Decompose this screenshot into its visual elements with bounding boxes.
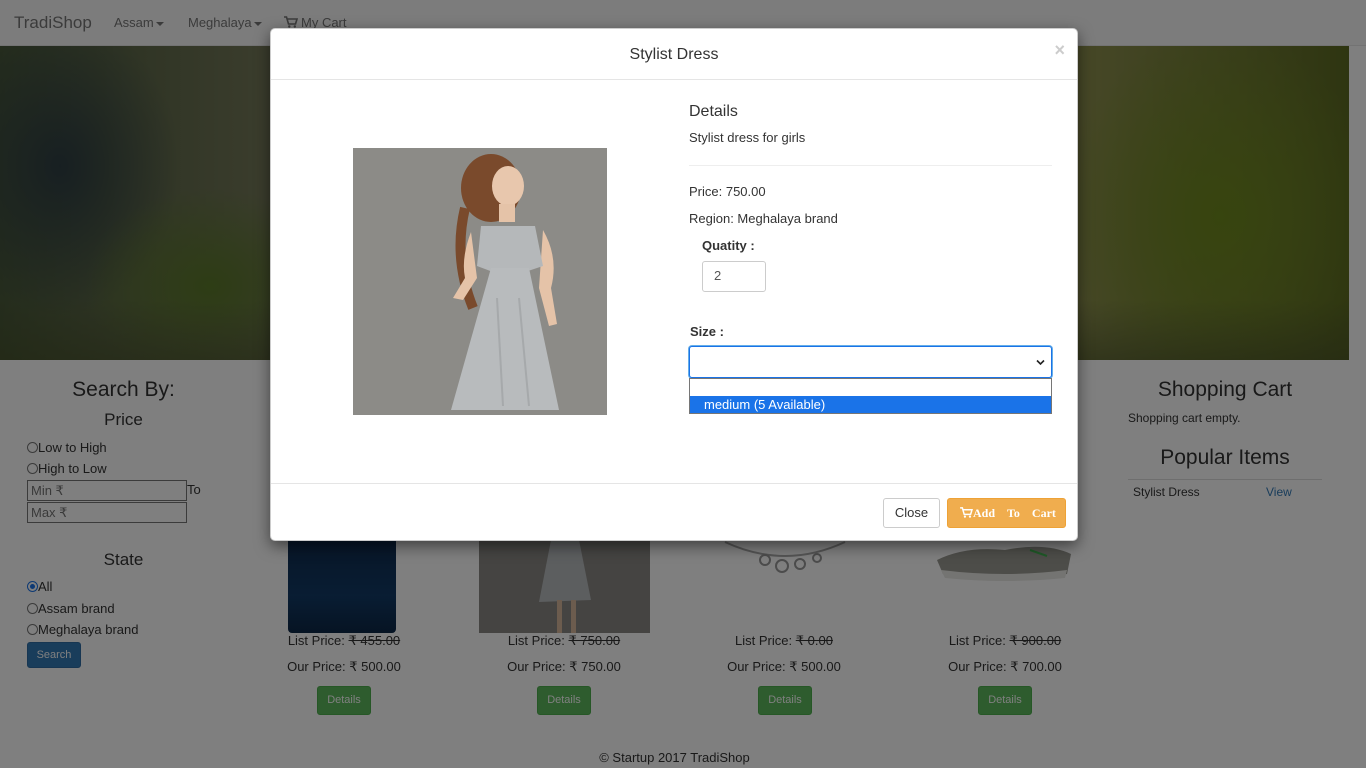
add-to-cart-button[interactable]: Add To Cart — [947, 498, 1066, 528]
details-heading: Details — [689, 103, 738, 120]
size-option-empty[interactable] — [690, 379, 1051, 396]
close-button[interactable]: Close — [883, 498, 940, 528]
dress-model-photo — [353, 148, 607, 415]
cart-word: Cart — [1031, 506, 1056, 520]
modal-header: Stylist Dress × — [271, 29, 1077, 80]
modal-footer: Close Add To Cart — [271, 483, 1077, 541]
product-price: Price: 750.00 — [689, 184, 766, 199]
quantity-label: Quatity : — [702, 238, 755, 253]
size-select[interactable] — [689, 346, 1052, 378]
divider — [689, 165, 1052, 166]
size-option-medium[interactable]: medium (5 Available) — [690, 396, 1051, 413]
modal-title: Stylist Dress — [629, 46, 719, 63]
product-detail-modal: Stylist Dress × Details Stylist dress fo… — [270, 28, 1078, 541]
size-dropdown-list: medium (5 Available) — [689, 378, 1052, 414]
shopping-cart-icon — [960, 507, 973, 518]
close-icon[interactable]: × — [1054, 41, 1065, 59]
quantity-input[interactable]: 2 — [702, 261, 766, 292]
chevron-down-icon — [1036, 359, 1045, 366]
add-word: Add — [973, 506, 996, 520]
to-word: To — [1007, 506, 1020, 520]
size-label: Size : — [690, 324, 724, 339]
product-description: Stylist dress for girls — [689, 130, 806, 145]
product-photo — [353, 148, 607, 415]
product-region: Region: Meghalaya brand — [689, 211, 838, 226]
